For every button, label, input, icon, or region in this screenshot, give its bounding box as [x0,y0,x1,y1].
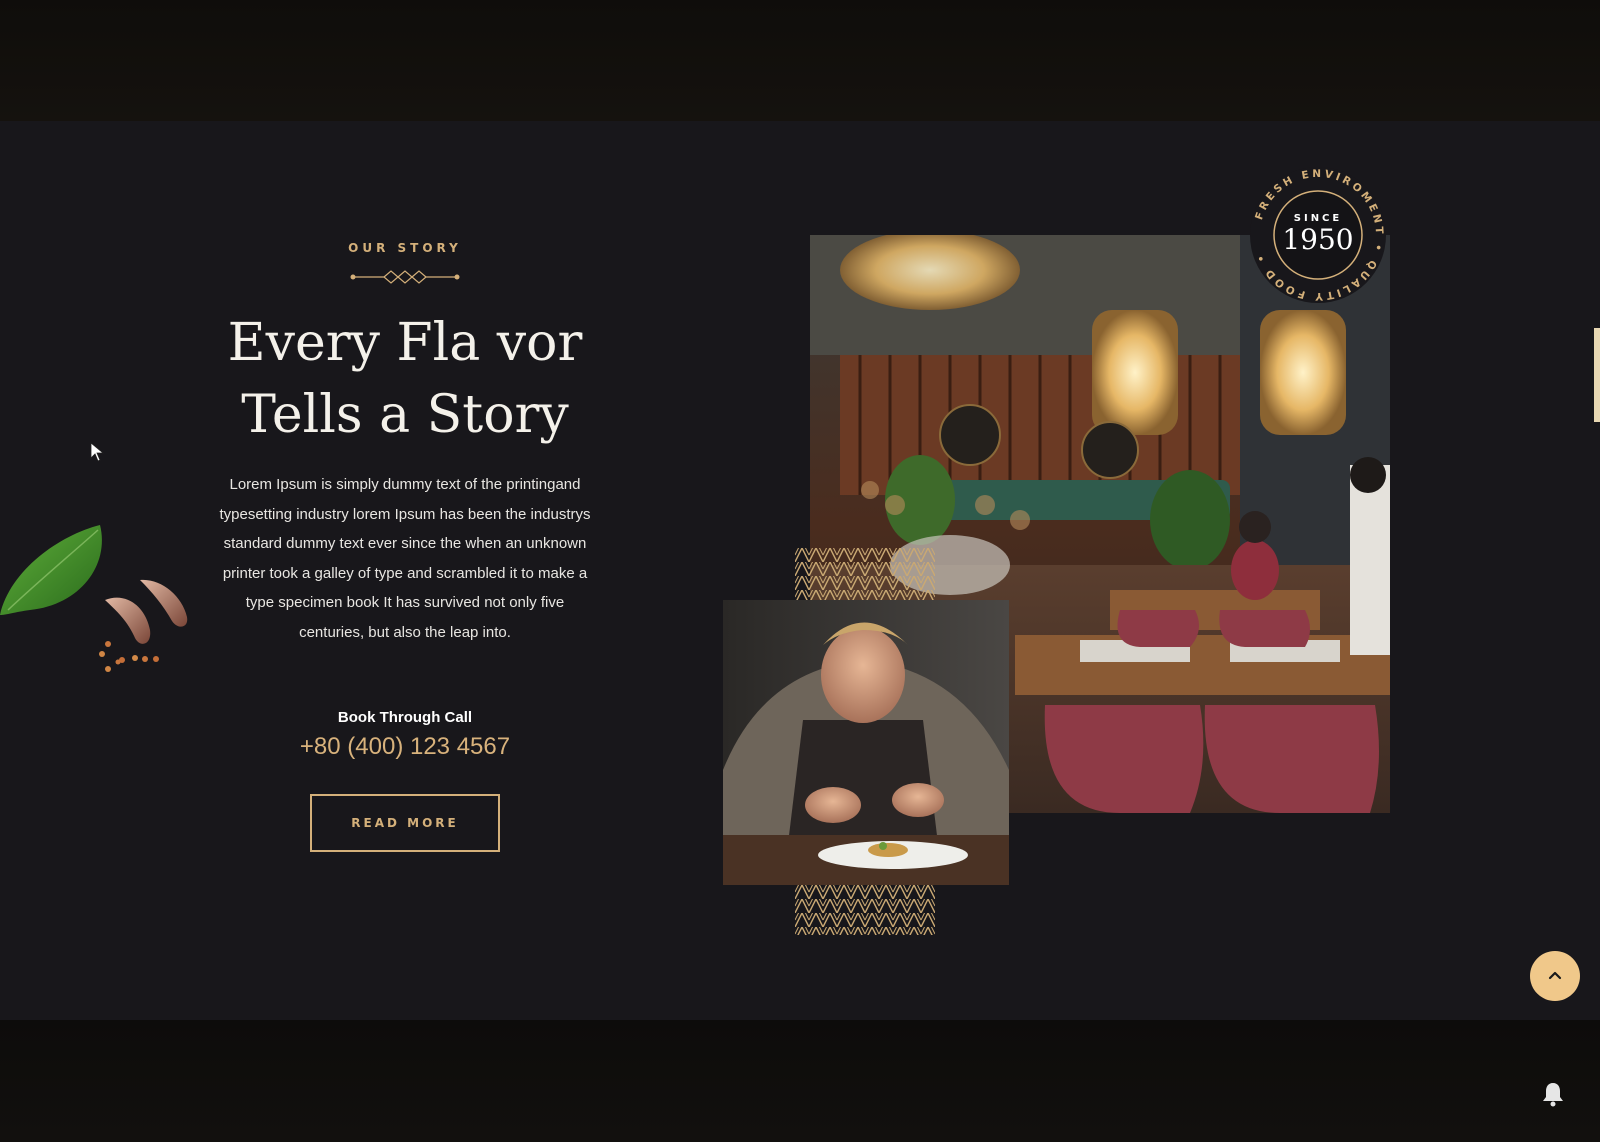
ornament-divider-icon [350,270,460,284]
badge-year: 1950 [1282,223,1353,256]
chef-plating-image [723,600,1009,885]
title-line-1: Every Fla vor [227,313,583,373]
bottom-footer-band [0,1020,1600,1142]
phone-number-link[interactable]: +80 (400) 123 4567 [200,733,610,761]
bell-icon[interactable] [1541,1081,1565,1107]
section-title: Every Fla vor Tells a Story [200,307,610,451]
book-through-call-label: Book Through Call [337,709,473,726]
section-eyebrow: OUR STORY [348,241,462,255]
read-more-button[interactable]: READ MORE [310,794,500,852]
food-decoration-image [0,525,188,672]
mouse-cursor-icon [90,442,105,462]
story-content: OUR STORY Every Fla vor Tells a Story Lo… [200,121,610,981]
story-body-text: Lorem Ipsum is simply dummy text of the … [219,476,591,641]
geometric-pattern-top [795,548,935,600]
geometric-pattern-bottom [795,885,935,935]
scroll-to-top-button[interactable] [1530,951,1580,1001]
title-line-2: Tells a Story [241,385,569,445]
top-header-band [0,0,1600,121]
chevron-up-icon [1548,971,1562,980]
side-panel-tab[interactable] [1594,328,1600,422]
since-1950-badge: FRESH ENVIROMENT • QUALITY FOOD • SINCE … [1250,167,1386,303]
